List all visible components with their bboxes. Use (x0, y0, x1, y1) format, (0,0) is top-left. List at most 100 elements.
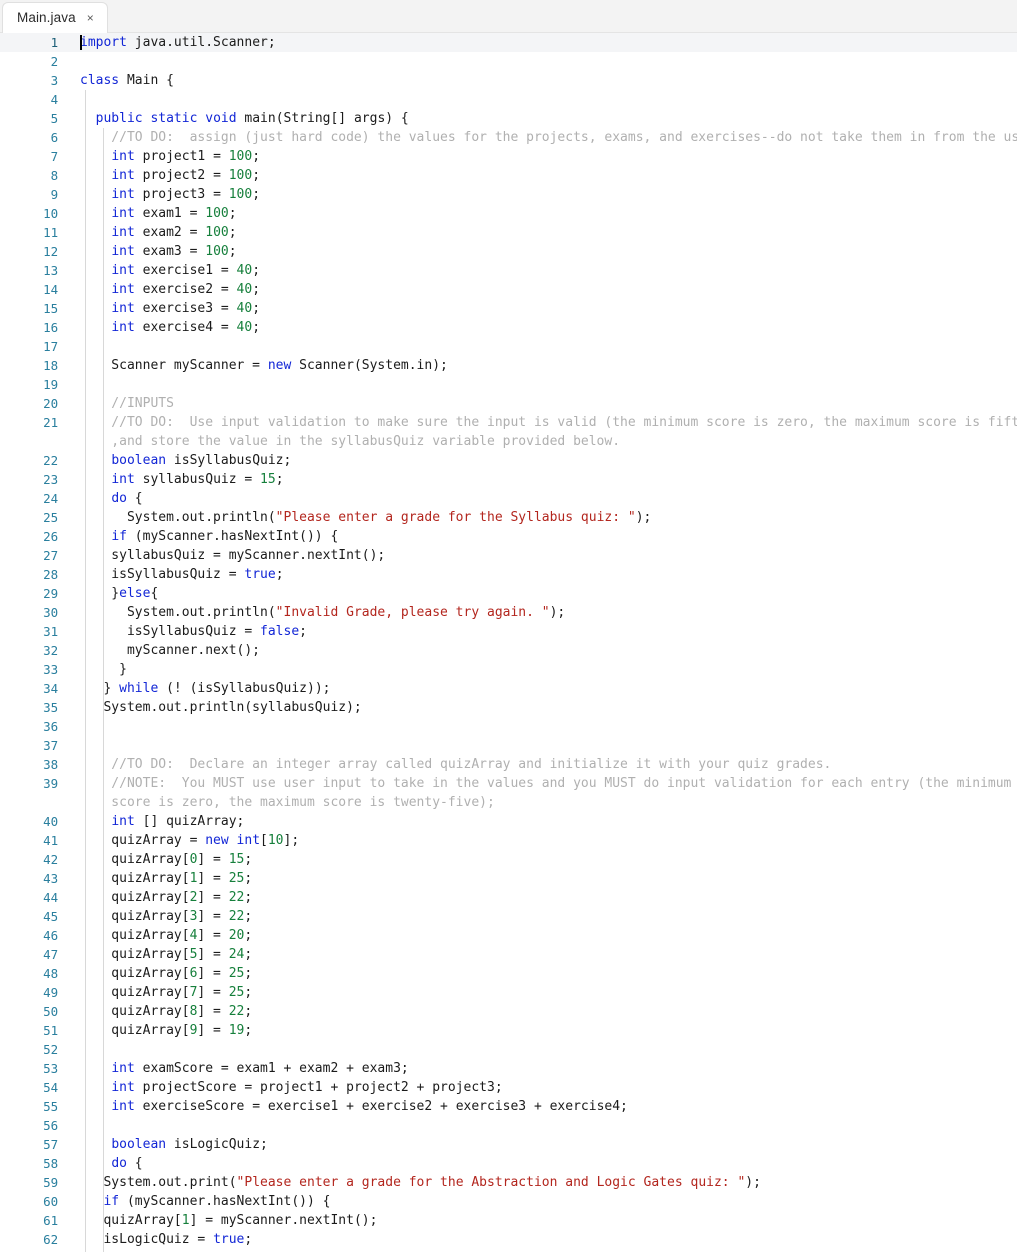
code-line[interactable]: 46 quizArray[4] = 20; (0, 926, 1017, 945)
code-token: int (111, 206, 135, 221)
code-line[interactable]: 54 int projectScore = project1 + project… (0, 1078, 1017, 1097)
code-line[interactable]: 48 quizArray[6] = 25; (0, 964, 1017, 983)
code-token: ; (244, 966, 253, 981)
code-line[interactable]: 8 int project2 = 100; (0, 166, 1017, 185)
code-line[interactable]: 3 class Main { (0, 71, 1017, 90)
code-editor-surface[interactable]: 1 import java.util.Scanner; 2 3 class Main {… (0, 33, 1017, 1252)
code-line[interactable]: 41 quizArray = new int[10]; (0, 831, 1017, 850)
line-number: 46 (43, 928, 58, 943)
line-number: 29 (43, 586, 58, 601)
code-line[interactable]: 26 if (myScanner.hasNextInt()) { (0, 527, 1017, 546)
code-line[interactable]: 6 //TO DO: assign (just hard code) the v… (0, 128, 1017, 147)
code-line[interactable]: 13 int exercise1 = 40; (0, 261, 1017, 280)
code-line[interactable]: 43 quizArray[1] = 25; (0, 869, 1017, 888)
code-line[interactable]: 9 int project3 = 100; (0, 185, 1017, 204)
code-line[interactable]: 17 (0, 337, 1017, 356)
code-token: [ (260, 833, 268, 848)
tab-main-java[interactable]: Main.java × (2, 2, 108, 33)
code-token: true (244, 567, 276, 582)
code-token: ] = (197, 928, 229, 943)
line-number: 11 (43, 225, 58, 240)
code-line[interactable]: 5 public static void main(String[] args)… (0, 109, 1017, 128)
code-line[interactable]: 40 int [] quizArray; (0, 812, 1017, 831)
code-line[interactable]: 33 } (0, 660, 1017, 679)
code-line[interactable]: 10 int exam1 = 100; (0, 204, 1017, 223)
code-line[interactable]: 49 quizArray[7] = 25; (0, 983, 1017, 1002)
code-line[interactable]: 51 quizArray[9] = 19; (0, 1021, 1017, 1040)
code-line[interactable]: 58 do { (0, 1154, 1017, 1173)
code-token: ; (252, 187, 261, 202)
code-line[interactable]: 4 (0, 90, 1017, 109)
code-line[interactable]: 60 if (myScanner.hasNextInt()) { (0, 1192, 1017, 1211)
code-line[interactable]: 1 import java.util.Scanner; (0, 33, 1017, 52)
code-line[interactable]: 21 //TO DO: Use input validation to make… (0, 413, 1017, 432)
code-line[interactable]: 62 isLogicQuiz = true; (0, 1230, 1017, 1249)
code-line[interactable]: 42 quizArray[0] = 15; (0, 850, 1017, 869)
code-token: ] = myScanner.nextInt(); (189, 1213, 378, 1228)
code-line[interactable]: 59 System.out.print("Please enter a grad… (0, 1173, 1017, 1192)
line-number: 37 (43, 738, 58, 753)
code-line[interactable]: 34 } while (! (isSyllabusQuiz)); (0, 679, 1017, 698)
code-line[interactable]: 45 quizArray[3] = 22; (0, 907, 1017, 926)
code-line[interactable]: 11 int exam2 = 100; (0, 223, 1017, 242)
code-line-text: int exercise2 = 40; (68, 280, 1017, 299)
code-line[interactable]: 18 Scanner myScanner = new Scanner(Syste… (0, 356, 1017, 375)
code-line-text: quizArray[7] = 25; (68, 983, 1017, 1002)
code-line[interactable]: score is zero, the maximum score is twen… (0, 793, 1017, 812)
code-line[interactable]: 37 (0, 736, 1017, 755)
code-line[interactable]: 36 (0, 717, 1017, 736)
code-line[interactable]: 29 }else{ (0, 584, 1017, 603)
line-number: 20 (43, 396, 58, 411)
code-line[interactable]: 44 quizArray[2] = 22; (0, 888, 1017, 907)
code-line[interactable]: 55 int exerciseScore = exercise1 + exerc… (0, 1097, 1017, 1116)
code-token: ; (252, 149, 261, 164)
close-icon[interactable]: × (85, 11, 96, 25)
line-number: 33 (43, 662, 58, 677)
code-line[interactable]: 20 //INPUTS (0, 394, 1017, 413)
code-line[interactable]: 50 quizArray[8] = 22; (0, 1002, 1017, 1021)
code-line[interactable]: 15 int exercise3 = 40; (0, 299, 1017, 318)
line-number: 14 (43, 282, 58, 297)
line-number: 18 (43, 358, 58, 373)
code-line[interactable]: 52 (0, 1040, 1017, 1059)
code-line[interactable]: 39 //NOTE: You MUST use user input to ta… (0, 774, 1017, 793)
line-number: 1 (50, 35, 59, 50)
code-line[interactable]: 47 quizArray[5] = 24; (0, 945, 1017, 964)
code-line[interactable]: 38 //TO DO: Declare an integer array cal… (0, 755, 1017, 774)
code-line[interactable]: 32 myScanner.next(); (0, 641, 1017, 660)
code-line[interactable]: 2 (0, 52, 1017, 71)
code-line[interactable]: 57 boolean isLogicQuiz; (0, 1135, 1017, 1154)
code-line[interactable]: 27 syllabusQuiz = myScanner.nextInt(); (0, 546, 1017, 565)
code-line[interactable]: 28 isSyllabusQuiz = true; (0, 565, 1017, 584)
code-line[interactable]: 19 (0, 375, 1017, 394)
code-token: int (111, 187, 135, 202)
code-line-text: score is zero, the maximum score is twen… (68, 793, 1017, 812)
code-token: 100 (228, 187, 253, 202)
line-number: 30 (43, 605, 58, 620)
code-line[interactable]: 61 quizArray[1] = myScanner.nextInt(); (0, 1211, 1017, 1230)
code-line[interactable]: 56 (0, 1116, 1017, 1135)
code-line-text: System.out.print("Please enter a grade f… (68, 1173, 1017, 1192)
code-line[interactable]: 14 int exercise2 = 40; (0, 280, 1017, 299)
code-line[interactable]: 31 isSyllabusQuiz = false; (0, 622, 1017, 641)
code-token: 40 (236, 263, 253, 278)
code-line[interactable]: 16 int exercise4 = 40; (0, 318, 1017, 337)
code-token: exercise3 = (134, 301, 237, 316)
code-lines: 1 import java.util.Scanner; 2 3 class Main {… (0, 33, 1017, 1249)
code-line[interactable]: 30 System.out.println("Invalid Grade, pl… (0, 603, 1017, 622)
code-line[interactable]: 24 do { (0, 489, 1017, 508)
code-token: projectScore = project1 + project2 + pro… (134, 1080, 503, 1095)
code-token: if (111, 529, 127, 544)
code-line[interactable]: 35 System.out.println(syllabusQuiz); (0, 698, 1017, 717)
code-line[interactable]: 23 int syllabusQuiz = 15; (0, 470, 1017, 489)
code-line[interactable]: 12 int exam3 = 100; (0, 242, 1017, 261)
code-token: new (267, 358, 292, 373)
code-token: class (80, 73, 120, 88)
code-line[interactable]: 7 int project1 = 100; (0, 147, 1017, 166)
code-line[interactable]: 53 int examScore = exam1 + exam2 + exam3… (0, 1059, 1017, 1078)
code-line[interactable]: 22 boolean isSyllabusQuiz; (0, 451, 1017, 470)
code-line[interactable]: 25 System.out.println("Please enter a gr… (0, 508, 1017, 527)
code-line[interactable]: ,and store the value in the syllabusQuiz… (0, 432, 1017, 451)
